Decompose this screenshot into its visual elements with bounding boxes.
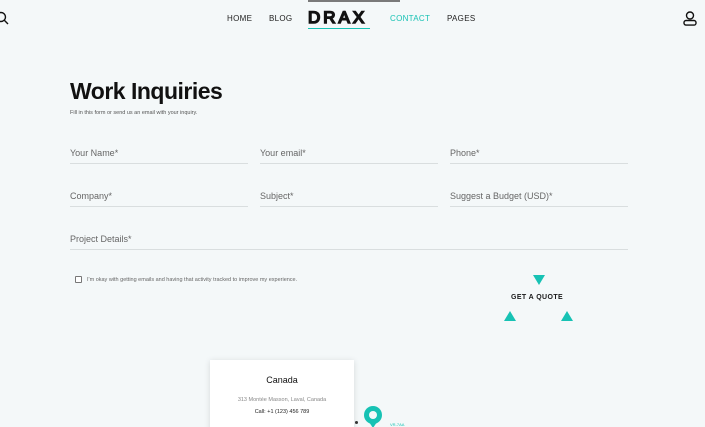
location-phone: Call: +1 (123) 456 789: [254, 409, 310, 415]
consent-label: I'm okay with getting emails and having …: [87, 276, 298, 283]
budget-field[interactable]: Suggest a Budget (USD)*: [450, 191, 628, 207]
page-subtitle: Fill in this form or send us an email wi…: [70, 110, 198, 116]
location-card: Canada 313 Montée Masson, Laval, Canada …: [210, 360, 354, 427]
user-icon[interactable]: [683, 11, 697, 26]
nav-pages[interactable]: PAGES: [447, 14, 475, 23]
logo-text: DRAX: [308, 8, 367, 27]
map-pin-icon[interactable]: [361, 404, 385, 427]
phone-field[interactable]: Phone*: [450, 148, 628, 164]
map-label: VR-7AA: [390, 422, 405, 427]
header-top-line: [308, 0, 400, 2]
page-title: Work Inquiries: [70, 78, 223, 104]
map-dot: [355, 421, 358, 424]
get-quote-label[interactable]: GET A QUOTE: [511, 294, 563, 301]
location-country: Canada: [266, 375, 298, 385]
consent-row[interactable]: I'm okay with getting emails and having …: [75, 276, 297, 283]
nav-blog[interactable]: BLOG: [269, 14, 292, 23]
logo-underline: [308, 28, 370, 29]
consent-checkbox[interactable]: [75, 276, 82, 283]
subject-field[interactable]: Subject*: [260, 191, 438, 207]
nav-home[interactable]: HOME: [227, 14, 252, 23]
logo[interactable]: DRAX: [307, 7, 371, 29]
project-details-field[interactable]: Project Details*: [70, 234, 628, 250]
nav-contact[interactable]: CONTACT: [390, 14, 430, 23]
search-icon[interactable]: [0, 11, 9, 25]
email-field[interactable]: Your email*: [260, 148, 438, 164]
location-address: 313 Montée Masson, Laval, Canada: [237, 397, 327, 403]
company-field[interactable]: Company*: [70, 191, 248, 207]
name-field[interactable]: Your Name*: [70, 148, 248, 164]
